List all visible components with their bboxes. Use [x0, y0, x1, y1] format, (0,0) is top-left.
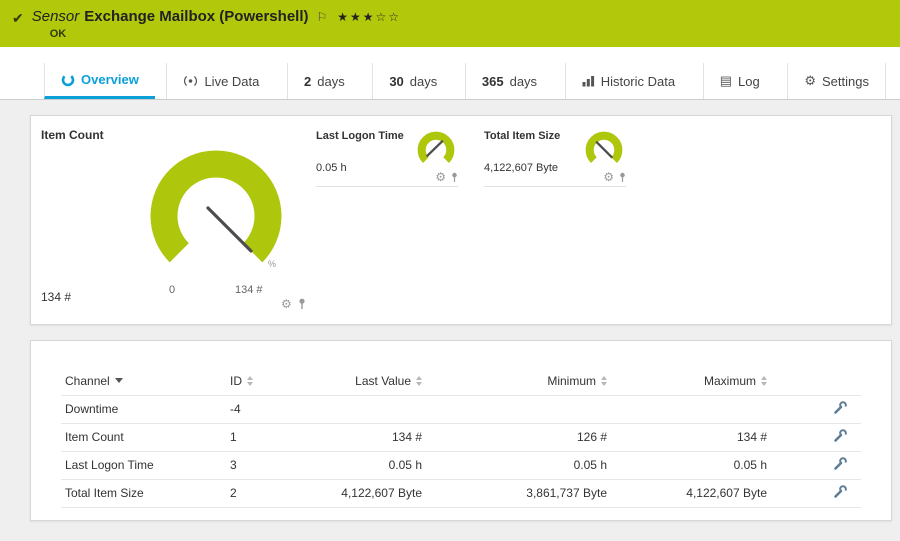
col-header-channel[interactable]: Channel: [61, 367, 226, 395]
table-header-row: Channel ID Last Value Minimum Maximum: [61, 367, 861, 395]
gauge-tools: ⚙: [603, 171, 626, 183]
tab-label: Log: [738, 74, 760, 89]
tab-label: days: [317, 74, 344, 89]
channel-id: 2: [226, 479, 306, 507]
tab-label: Live Data: [204, 74, 259, 89]
gear-icon: ⚙: [804, 73, 816, 89]
channel-maximum: 134 #: [611, 423, 771, 451]
tab-label: Settings: [822, 74, 869, 89]
pin-icon[interactable]: [298, 298, 306, 310]
gear-icon[interactable]: ⚙: [603, 171, 614, 183]
mini-gauge-value: 0.05 h: [316, 162, 404, 174]
tab-live-data[interactable]: Live Data: [166, 63, 275, 99]
gauge-needle: [427, 141, 442, 155]
priority-stars[interactable]: ★★★☆☆: [337, 10, 401, 24]
sensor-title: Exchange Mailbox (Powershell): [84, 8, 308, 25]
live-data-icon: [183, 75, 198, 87]
gear-icon[interactable]: ⚙: [281, 298, 292, 310]
sensor-header: Sensor Exchange Mailbox (Powershell) ⚐ ★…: [32, 8, 401, 40]
overview-content: Item Count % 0 134 # 134 # ⚙ Last Logon …: [0, 100, 900, 521]
gear-icon[interactable]: ⚙: [435, 171, 446, 183]
tab-2-days[interactable]: 2days: [287, 63, 361, 99]
tab-settings[interactable]: ⚙ Settings: [787, 63, 886, 99]
channel-minimum: 0.05 h: [426, 451, 611, 479]
gauge-tools: ⚙: [435, 171, 458, 183]
ok-check-icon: ✔: [12, 10, 24, 27]
historic-data-icon: [582, 75, 595, 87]
channel-last-value: 134 #: [306, 423, 426, 451]
edit-channel-icon[interactable]: [833, 457, 847, 471]
tab-log[interactable]: ▤ Log: [703, 63, 776, 99]
mini-gauge-title: Last Logon Time: [316, 130, 404, 142]
last-logon-gauge: [414, 128, 458, 170]
table-row: Item Count 1 134 # 126 # 134 #: [61, 423, 861, 451]
channel-minimum: 3,861,737 Byte: [426, 479, 611, 507]
col-header-maximum[interactable]: Maximum: [611, 367, 771, 395]
channel-maximum: 4,122,607 Byte: [611, 479, 771, 507]
channel-maximum: 0.05 h: [611, 451, 771, 479]
tab-overview[interactable]: Overview: [44, 63, 155, 99]
channels-panel: Channel ID Last Value Minimum Maximum: [30, 340, 892, 521]
table-row: Downtime -4: [61, 395, 861, 423]
edit-channel-icon[interactable]: [833, 401, 847, 415]
sort-icon: [416, 376, 422, 386]
channels-table: Channel ID Last Value Minimum Maximum: [61, 367, 861, 508]
overview-icon: [61, 73, 75, 87]
channel-name: Downtime: [61, 395, 226, 423]
sort-desc-icon: [115, 378, 123, 383]
col-header-id[interactable]: ID: [226, 367, 306, 395]
channel-id: 1: [226, 423, 306, 451]
log-icon: ▤: [720, 73, 732, 89]
channel-last-value: [306, 395, 426, 423]
channel-id: -4: [226, 395, 306, 423]
channel-name: Last Logon Time: [61, 451, 226, 479]
channel-name: Item Count: [61, 423, 226, 451]
edit-channel-icon[interactable]: [833, 485, 847, 499]
channel-id: 3: [226, 451, 306, 479]
gauge-tools: ⚙: [281, 298, 306, 310]
tab-365-days[interactable]: 365days: [465, 63, 553, 99]
gauge-needle: [208, 208, 251, 251]
pin-icon[interactable]: [451, 172, 458, 183]
sensor-status-bar: ✔ Sensor Exchange Mailbox (Powershell) ⚐…: [0, 0, 900, 47]
total-item-size-gauge: [582, 128, 626, 170]
col-header-minimum[interactable]: Minimum: [426, 367, 611, 395]
sort-icon: [761, 376, 767, 386]
tab-label: Historic Data: [601, 74, 675, 89]
tab-label: days: [510, 74, 537, 89]
channel-last-value: 0.05 h: [306, 451, 426, 479]
primary-channel-title: Item Count: [41, 128, 104, 142]
channel-maximum: [611, 395, 771, 423]
mini-gauge-total-item-size: Total Item Size 4,122,607 Byte ⚙: [484, 128, 626, 187]
col-header-last-value[interactable]: Last Value: [306, 367, 426, 395]
mini-gauge-title: Total Item Size: [484, 130, 560, 142]
gauge-unit-label: %: [268, 259, 276, 269]
tab-historic-data[interactable]: Historic Data: [565, 63, 691, 99]
sort-icon: [247, 376, 253, 386]
sensor-tab-bar: Overview Live Data 2days 30days 365days …: [0, 47, 900, 100]
sort-icon: [601, 376, 607, 386]
mini-gauge-value: 4,122,607 Byte: [484, 162, 560, 174]
table-row: Total Item Size 2 4,122,607 Byte 3,861,7…: [61, 479, 861, 507]
gauge-scale-max: 134 #: [235, 284, 263, 296]
mini-gauge-last-logon-time: Last Logon Time 0.05 h ⚙: [316, 128, 458, 187]
table-row: Last Logon Time 3 0.05 h 0.05 h 0.05 h: [61, 451, 861, 479]
tab-30-days[interactable]: 30days: [372, 63, 453, 99]
item-count-gauge: %: [141, 138, 291, 298]
sensor-kind-label: Sensor: [32, 8, 80, 25]
tab-label: Overview: [81, 72, 139, 87]
channel-minimum: 126 #: [426, 423, 611, 451]
gauges-panel: Item Count % 0 134 # 134 # ⚙ Last Logon …: [30, 115, 892, 325]
tab-label: days: [410, 74, 437, 89]
pin-icon[interactable]: [619, 172, 626, 183]
channel-minimum: [426, 395, 611, 423]
priority-flag-icon[interactable]: ⚐: [317, 10, 328, 24]
channel-last-value: 4,122,607 Byte: [306, 479, 426, 507]
edit-channel-icon[interactable]: [833, 429, 847, 443]
gauge-scale-min: 0: [169, 284, 175, 296]
channel-name: Total Item Size: [61, 479, 226, 507]
gauge-needle: [597, 142, 612, 157]
status-badge: OK: [50, 28, 401, 40]
primary-channel-value: 134 #: [41, 290, 71, 304]
